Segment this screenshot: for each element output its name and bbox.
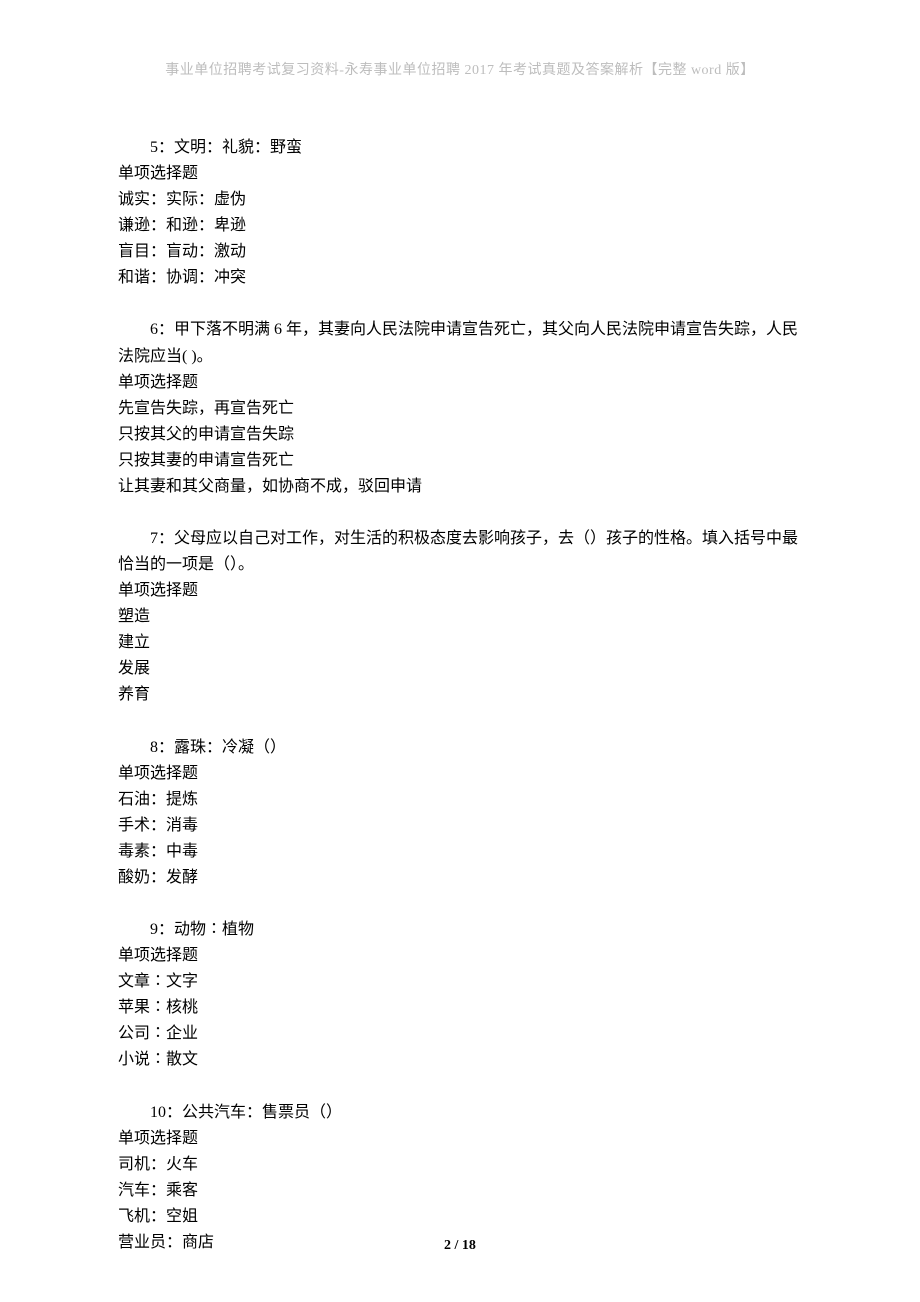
question-type: 单项选择题 [118,1126,802,1152]
question-stem: 9：动物∶植物 [118,917,802,943]
option: 塑造 [118,604,802,630]
option: 建立 [118,630,802,656]
option: 谦逊：和逊：卑逊 [118,213,802,239]
question-block: 8：露珠：冷凝（） 单项选择题 石油：提炼 手术：消毒 毒素：中毒 酸奶：发酵 [118,735,802,891]
question-block: 6：甲下落不明满 6 年，其妻向人民法院申请宣告死亡，其父向人民法院申请宣告失踪… [118,317,802,500]
question-type: 单项选择题 [118,370,802,396]
option: 手术：消毒 [118,813,802,839]
option: 小说∶散文 [118,1047,802,1073]
option: 苹果∶核桃 [118,995,802,1021]
option: 文章∶文字 [118,969,802,995]
option: 先宣告失踪，再宣告死亡 [118,396,802,422]
question-type: 单项选择题 [118,761,802,787]
option: 汽车：乘客 [118,1178,802,1204]
page-footer: 2 / 18 [0,1238,920,1254]
option: 毒素：中毒 [118,839,802,865]
option: 让其妻和其父商量，如协商不成，驳回申请 [118,474,802,500]
question-block: 10：公共汽车：售票员（） 单项选择题 司机：火车 汽车：乘客 飞机：空姐 营业… [118,1100,802,1256]
option: 诚实：实际：虚伪 [118,187,802,213]
option: 石油：提炼 [118,787,802,813]
question-stem: 10：公共汽车：售票员（） [118,1100,802,1126]
option: 酸奶：发酵 [118,865,802,891]
option: 发展 [118,656,802,682]
option: 只按其父的申请宣告失踪 [118,422,802,448]
option: 司机：火车 [118,1152,802,1178]
content-body: 5：文明：礼貌：野蛮 单项选择题 诚实：实际：虚伪 谦逊：和逊：卑逊 盲目：盲动… [118,135,802,1256]
question-block: 7：父母应以自己对工作，对生活的积极态度去影响孩子，去（）孩子的性格。填入括号中… [118,526,802,709]
option: 养育 [118,682,802,708]
question-stem: 6：甲下落不明满 6 年，其妻向人民法院申请宣告死亡，其父向人民法院申请宣告失踪… [118,317,802,369]
option: 只按其妻的申请宣告死亡 [118,448,802,474]
option: 和谐：协调：冲突 [118,265,802,291]
question-stem: 5：文明：礼貌：野蛮 [118,135,802,161]
option: 飞机：空姐 [118,1204,802,1230]
option: 公司∶企业 [118,1021,802,1047]
question-stem: 7：父母应以自己对工作，对生活的积极态度去影响孩子，去（）孩子的性格。填入括号中… [118,526,802,578]
question-block: 9：动物∶植物 单项选择题 文章∶文字 苹果∶核桃 公司∶企业 小说∶散文 [118,917,802,1073]
question-block: 5：文明：礼貌：野蛮 单项选择题 诚实：实际：虚伪 谦逊：和逊：卑逊 盲目：盲动… [118,135,802,291]
page-header: 事业单位招聘考试复习资料-永寿事业单位招聘 2017 年考试真题及答案解析【完整… [118,59,802,79]
question-type: 单项选择题 [118,161,802,187]
question-type: 单项选择题 [118,943,802,969]
question-stem: 8：露珠：冷凝（） [118,735,802,761]
option: 盲目：盲动：激动 [118,239,802,265]
question-type: 单项选择题 [118,578,802,604]
